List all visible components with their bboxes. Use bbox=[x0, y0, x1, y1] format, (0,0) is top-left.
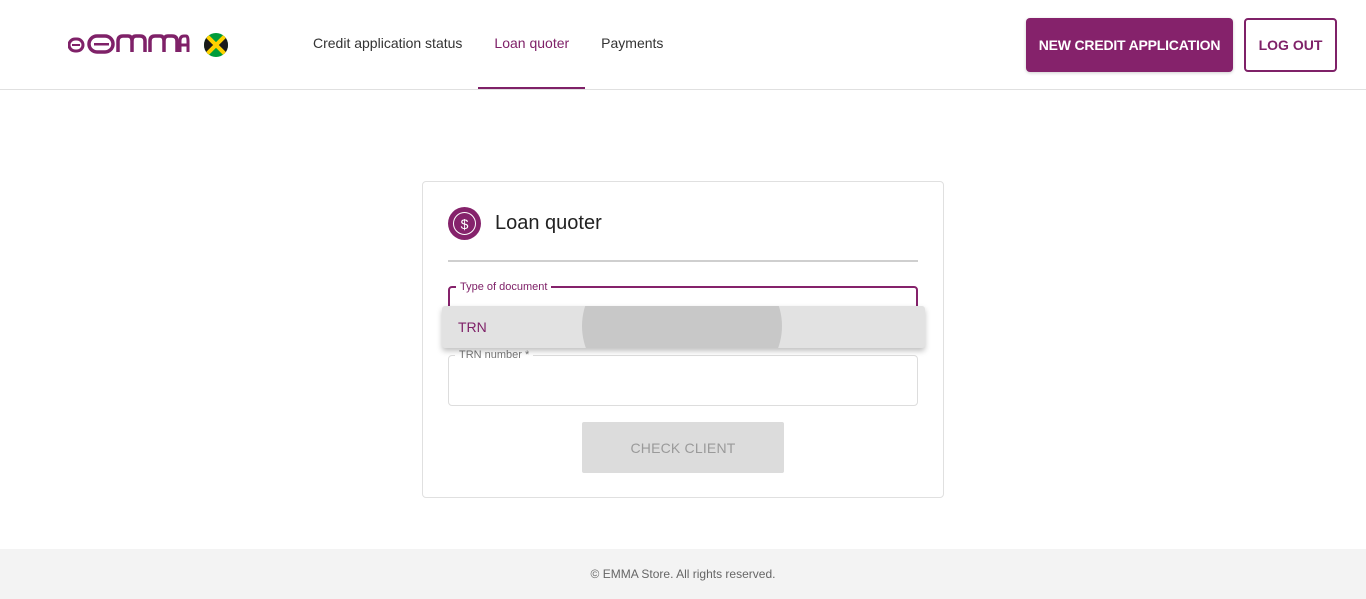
footer-copyright: © EMMA Store. All rights reserved. bbox=[590, 567, 776, 581]
trn-number-field[interactable]: TRN number * bbox=[448, 348, 918, 406]
document-type-label: Type of document bbox=[456, 280, 552, 294]
emma-logo[interactable] bbox=[68, 33, 190, 55]
footer: © EMMA Store. All rights reserved. bbox=[0, 549, 1366, 599]
nav-item-credit-application-status[interactable]: Credit application status bbox=[297, 0, 478, 89]
new-credit-application-button[interactable]: NEW CREDIT APPLICATION bbox=[1026, 18, 1233, 72]
logout-button[interactable]: LOG OUT bbox=[1244, 18, 1337, 72]
jamaica-flag-icon bbox=[204, 33, 228, 57]
card-header: $ Loan quoter bbox=[448, 207, 602, 240]
top-header: Credit application status Loan quoter Pa… bbox=[0, 0, 1366, 90]
document-type-dropdown: TRN bbox=[442, 306, 925, 348]
trn-number-label: TRN number * bbox=[455, 348, 534, 362]
check-client-button[interactable]: CHECK CLIENT bbox=[582, 422, 784, 473]
nav-item-loan-quoter[interactable]: Loan quoter bbox=[478, 0, 585, 89]
card-title: Loan quoter bbox=[495, 212, 602, 234]
dropdown-option-trn[interactable]: TRN bbox=[458, 319, 487, 335]
dollar-circle-icon: $ bbox=[448, 207, 481, 240]
nav-item-payments[interactable]: Payments bbox=[585, 0, 679, 89]
ripple-effect bbox=[582, 306, 782, 348]
main-nav: Credit application status Loan quoter Pa… bbox=[297, 0, 679, 89]
emma-logo-icon bbox=[68, 34, 190, 54]
card-divider bbox=[448, 260, 918, 262]
